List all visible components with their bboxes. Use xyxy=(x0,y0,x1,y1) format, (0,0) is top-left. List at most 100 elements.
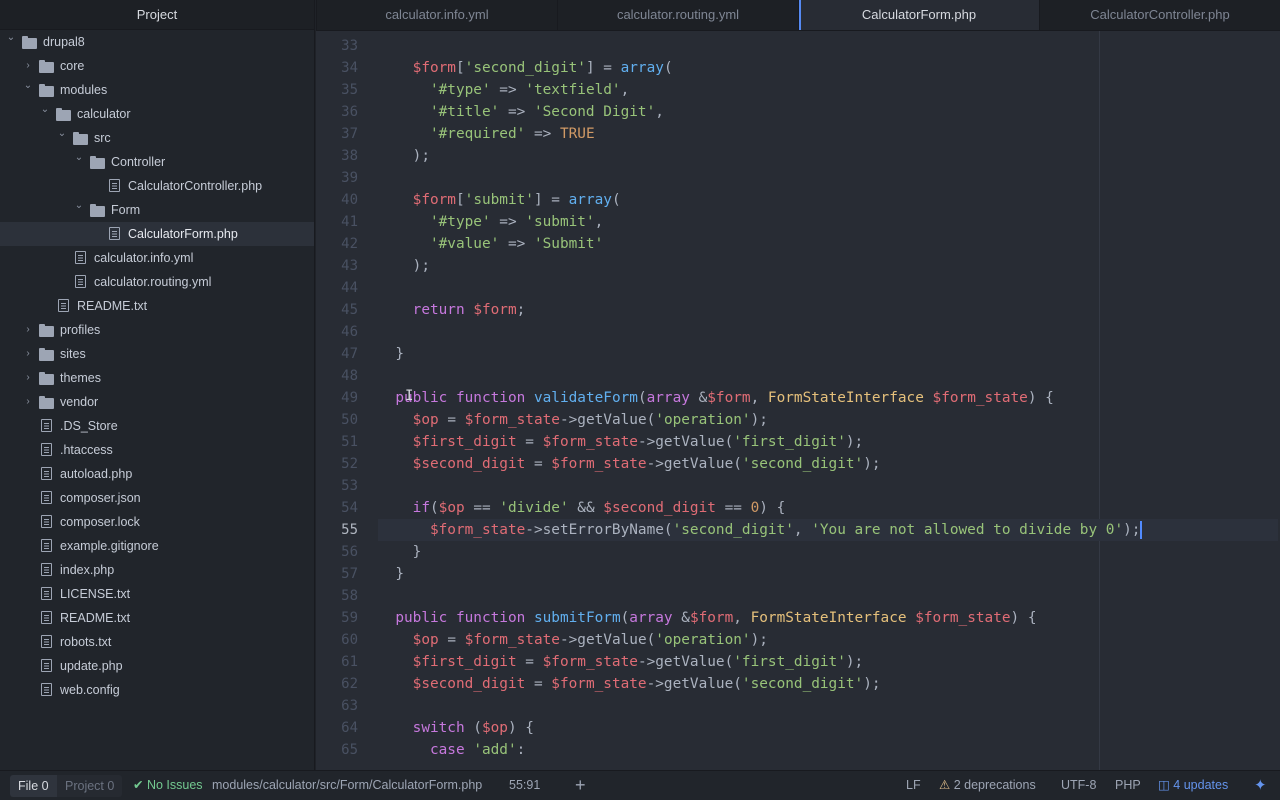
line-number[interactable]: 58 xyxy=(316,585,362,607)
tree-folder[interactable]: ⌄ src xyxy=(0,126,314,150)
chevron-down-icon[interactable]: ⌄ xyxy=(39,98,51,122)
package-updates[interactable]: ◫ 4 updates xyxy=(1158,771,1228,800)
tree-folder[interactable]: › sites xyxy=(0,342,314,366)
code-line[interactable]: $form['submit'] = array( xyxy=(378,189,1278,211)
line-number[interactable]: 49 xyxy=(316,387,362,409)
tab-calculatorcontroller-php[interactable]: CalculatorController.php xyxy=(1039,0,1280,30)
code-line[interactable]: switch ($op) { xyxy=(378,717,1278,739)
code-line[interactable]: $second_digit = $form_state->getValue('s… xyxy=(378,673,1278,695)
tree-file[interactable]: autoload.php xyxy=(0,462,314,486)
chevron-right-icon[interactable]: › xyxy=(22,366,34,390)
code-line[interactable]: '#value' => 'Submit' xyxy=(378,233,1278,255)
project-issues-toggle[interactable]: Project 0 xyxy=(57,775,123,797)
line-number[interactable]: 36 xyxy=(316,101,362,123)
code-line[interactable] xyxy=(378,695,1278,717)
tree-file[interactable]: LICENSE.txt xyxy=(0,582,314,606)
code-line[interactable] xyxy=(378,365,1278,387)
line-ending[interactable]: LF xyxy=(906,771,921,800)
line-number[interactable]: 54 xyxy=(316,497,362,519)
line-number[interactable]: 47 xyxy=(316,343,362,365)
line-number[interactable]: 64 xyxy=(316,717,362,739)
file-encoding[interactable]: UTF-8 xyxy=(1061,771,1096,800)
code-editor[interactable]: 33 34 35 36 37 38 39 40 41 42 43 44 45 46 47 48 49 50 51 52… xyxy=(316,31,1280,770)
tree-file[interactable]: CalculatorController.php xyxy=(0,174,314,198)
code-line[interactable] xyxy=(378,475,1278,497)
line-number[interactable]: 40 xyxy=(316,189,362,211)
tree-folder[interactable]: › vendor xyxy=(0,390,314,414)
code-line[interactable]: if($op == 'divide' && $second_digit == 0… xyxy=(378,497,1278,519)
line-number[interactable]: 57 xyxy=(316,563,362,585)
code-line[interactable] xyxy=(378,321,1278,343)
line-number[interactable]: 45 xyxy=(316,299,362,321)
tree-file[interactable]: composer.lock xyxy=(0,510,314,534)
code-line[interactable]: } xyxy=(378,563,1278,585)
tree-file[interactable]: index.php xyxy=(0,558,314,582)
tree-file[interactable]: .htaccess xyxy=(0,438,314,462)
line-number[interactable]: 43 xyxy=(316,255,362,277)
line-number[interactable]: 42 xyxy=(316,233,362,255)
line-number[interactable]: 53 xyxy=(316,475,362,497)
tree-file[interactable]: update.php xyxy=(0,654,314,678)
code-line[interactable]: public function submitForm(array &$form,… xyxy=(378,607,1278,629)
line-number[interactable]: 51 xyxy=(316,431,362,453)
chevron-right-icon[interactable]: › xyxy=(22,390,34,414)
chevron-down-icon[interactable]: ⌄ xyxy=(73,146,85,170)
line-number[interactable]: 44 xyxy=(316,277,362,299)
tab-calculator-info-yml[interactable]: calculator.info.yml xyxy=(316,0,557,30)
tree-file[interactable]: composer.json xyxy=(0,486,314,510)
chevron-down-icon[interactable]: ⌄ xyxy=(5,26,17,50)
chevron-down-icon[interactable]: ⌄ xyxy=(22,74,34,98)
tree-folder[interactable]: ⌄ calculator xyxy=(0,102,314,126)
tab-calculatorform-php[interactable]: CalculatorForm.php xyxy=(798,0,1039,30)
tree-folder[interactable]: › profiles xyxy=(0,318,314,342)
code-line[interactable]: $form_state->setErrorByName('second_digi… xyxy=(378,519,1278,541)
code-line[interactable]: '#required' => TRUE xyxy=(378,123,1278,145)
grammar-selector[interactable]: PHP xyxy=(1115,771,1141,800)
line-number[interactable]: 55 xyxy=(316,519,362,541)
code-line[interactable]: $first_digit = $form_state->getValue('fi… xyxy=(378,431,1278,453)
tree-file[interactable]: calculator.routing.yml xyxy=(0,270,314,294)
code-area[interactable]: $form['second_digit'] = array( '#type' =… xyxy=(378,35,1278,761)
tree-file[interactable]: README.txt xyxy=(0,606,314,630)
line-number-gutter[interactable]: 33 34 35 36 37 38 39 40 41 42 43 44 45 46 47 48 49 50 51 52… xyxy=(316,35,362,770)
tree-file[interactable]: README.txt xyxy=(0,294,314,318)
feedback-bird-icon[interactable]: ✦ xyxy=(1254,771,1267,800)
line-number[interactable]: 56 xyxy=(316,541,362,563)
file-path[interactable]: modules/calculator/src/Form/CalculatorFo… xyxy=(212,771,482,800)
tree-file[interactable]: example.gitignore xyxy=(0,534,314,558)
code-line[interactable] xyxy=(378,35,1278,57)
line-number[interactable]: 65 xyxy=(316,739,362,761)
code-line[interactable]: '#title' => 'Second Digit', xyxy=(378,101,1278,123)
code-line[interactable]: $second_digit = $form_state->getValue('s… xyxy=(378,453,1278,475)
line-number[interactable]: 59 xyxy=(316,607,362,629)
tree-folder[interactable]: ⌄ Form xyxy=(0,198,314,222)
tab-calculator-routing-yml[interactable]: calculator.routing.yml xyxy=(557,0,798,30)
line-number[interactable]: 61 xyxy=(316,651,362,673)
line-number[interactable]: 41 xyxy=(316,211,362,233)
code-line[interactable]: public function validateForm(array &$for… xyxy=(378,387,1278,409)
code-line[interactable] xyxy=(378,585,1278,607)
line-number[interactable]: 35 xyxy=(316,79,362,101)
line-number[interactable]: 50 xyxy=(316,409,362,431)
tree-folder[interactable]: ⌄ Controller xyxy=(0,150,314,174)
code-line[interactable] xyxy=(378,277,1278,299)
code-line[interactable]: } xyxy=(378,541,1278,563)
line-number[interactable]: 52 xyxy=(316,453,362,475)
chevron-down-icon[interactable]: ⌄ xyxy=(73,194,85,218)
tree-file[interactable]: web.config xyxy=(0,678,314,702)
code-line[interactable]: case 'add': xyxy=(378,739,1278,761)
code-line[interactable]: $op = $form_state->getValue('operation')… xyxy=(378,409,1278,431)
line-number[interactable]: 62 xyxy=(316,673,362,695)
tree-file[interactable]: .DS_Store xyxy=(0,414,314,438)
code-line[interactable] xyxy=(378,167,1278,189)
code-line[interactable]: $op = $form_state->getValue('operation')… xyxy=(378,629,1278,651)
chevron-right-icon[interactable]: › xyxy=(22,318,34,342)
code-line[interactable]: } xyxy=(378,343,1278,365)
tree-file[interactable]: CalculatorForm.php xyxy=(0,222,314,246)
code-line[interactable]: $first_digit = $form_state->getValue('fi… xyxy=(378,651,1278,673)
line-number[interactable]: 38 xyxy=(316,145,362,167)
code-line[interactable]: ); xyxy=(378,145,1278,167)
code-line[interactable]: ); xyxy=(378,255,1278,277)
line-number[interactable]: 33 xyxy=(316,35,362,57)
line-number[interactable]: 37 xyxy=(316,123,362,145)
